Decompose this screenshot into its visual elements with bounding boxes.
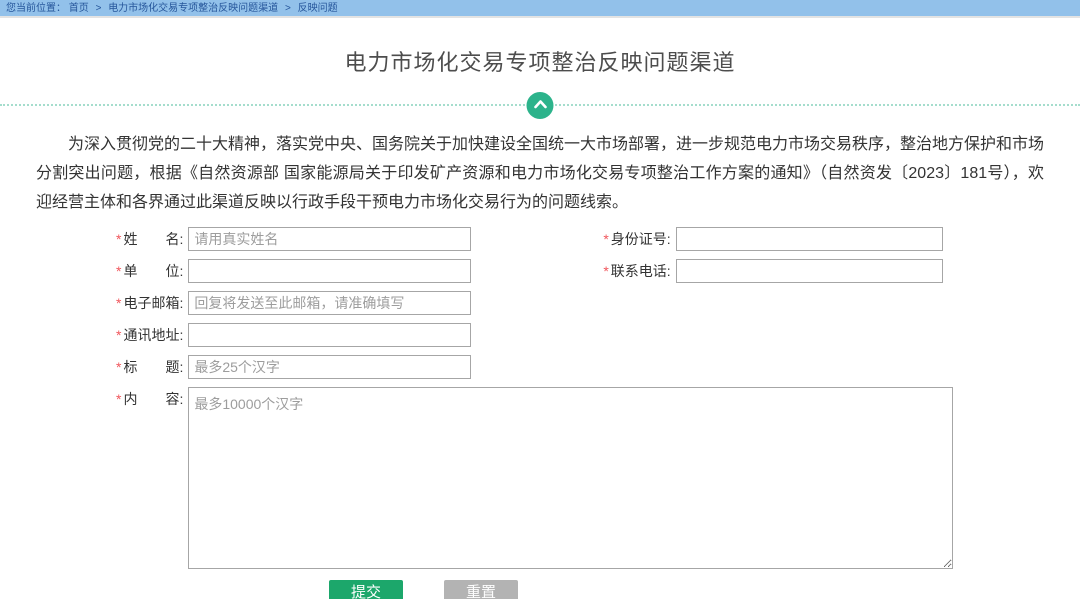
required-marker: * — [116, 263, 121, 279]
unit-label: *单 位: — [116, 259, 183, 283]
unit-field-group: *单 位: — [116, 259, 471, 283]
notice-paragraph: 为深入贯彻党的二十大精神，落实党中央、国务院关于加快建设全国统一大市场部署，进一… — [36, 130, 1044, 217]
required-marker: * — [116, 231, 121, 247]
breadcrumb: 您当前位置： 首页 > 电力市场化交易专项整治反映问题渠道 > 反映问题 — [0, 0, 1080, 18]
required-marker: * — [116, 359, 121, 375]
chevron-up-icon — [532, 101, 548, 110]
breadcrumb-item-channel[interactable]: 电力市场化交易专项整治反映问题渠道 — [108, 3, 278, 14]
id-number-label: *身份证号: — [603, 227, 670, 251]
email-field-group: *电子邮箱: — [116, 291, 471, 315]
button-row: 提交 重置 — [329, 580, 1080, 599]
content-textarea[interactable] — [188, 387, 953, 569]
unit-label-text: 单 位: — [123, 263, 183, 279]
id-number-label-text: 身份证号: — [611, 231, 671, 247]
email-label: *电子邮箱: — [116, 291, 183, 315]
name-input[interactable] — [188, 227, 471, 251]
email-input[interactable] — [188, 291, 471, 315]
content-label-text: 内 容: — [123, 391, 183, 407]
phone-input[interactable] — [676, 259, 943, 283]
title-field-group: *标 题: — [116, 355, 471, 379]
required-marker: * — [116, 391, 121, 407]
breadcrumb-separator: > — [96, 3, 102, 14]
name-label-text: 姓 名: — [123, 231, 183, 247]
name-label: *姓 名: — [116, 227, 183, 251]
content-field-group: *内 容: — [116, 387, 953, 569]
dotted-divider — [0, 104, 1080, 106]
name-field-group: *姓 名: — [116, 227, 471, 251]
phone-label-text: 联系电话: — [611, 263, 671, 279]
report-form: *姓 名: *身份证号: *单 位: *联系电话: *电子邮箱: *通讯地址: — [116, 227, 1080, 599]
collapse-toggle-button[interactable] — [527, 92, 554, 119]
required-marker: * — [603, 263, 608, 279]
email-label-text: 电子邮箱: — [123, 295, 183, 311]
form-row-email: *电子邮箱: — [116, 291, 1080, 315]
form-row-unit-phone: *单 位: *联系电话: — [116, 259, 1080, 283]
title-input[interactable] — [188, 355, 471, 379]
id-number-field-group: *身份证号: — [603, 227, 942, 251]
required-marker: * — [603, 231, 608, 247]
form-row-address: *通讯地址: — [116, 323, 1080, 347]
title-label-text: 标 题: — [123, 359, 183, 375]
address-input[interactable] — [188, 323, 471, 347]
title-label: *标 题: — [116, 355, 183, 379]
address-label-text: 通讯地址: — [123, 327, 183, 343]
phone-label: *联系电话: — [603, 259, 670, 283]
id-number-input[interactable] — [676, 227, 943, 251]
breadcrumb-item-home[interactable]: 首页 — [69, 3, 89, 14]
phone-field-group: *联系电话: — [603, 259, 942, 283]
form-row-title: *标 题: — [116, 355, 1080, 379]
unit-input[interactable] — [188, 259, 471, 283]
address-label: *通讯地址: — [116, 323, 183, 347]
submit-button[interactable]: 提交 — [329, 580, 403, 599]
required-marker: * — [116, 295, 121, 311]
form-row-content: *内 容: — [116, 387, 1080, 569]
breadcrumb-prefix: 您当前位置： — [6, 3, 66, 14]
required-marker: * — [116, 327, 121, 343]
address-field-group: *通讯地址: — [116, 323, 471, 347]
breadcrumb-separator: > — [285, 3, 291, 14]
form-row-name-id: *姓 名: *身份证号: — [116, 227, 1080, 251]
reset-button[interactable]: 重置 — [444, 580, 518, 599]
page-title: 电力市场化交易专项整治反映问题渠道 — [0, 45, 1080, 77]
content-label: *内 容: — [116, 387, 183, 411]
breadcrumb-item-current: 反映问题 — [298, 3, 338, 14]
